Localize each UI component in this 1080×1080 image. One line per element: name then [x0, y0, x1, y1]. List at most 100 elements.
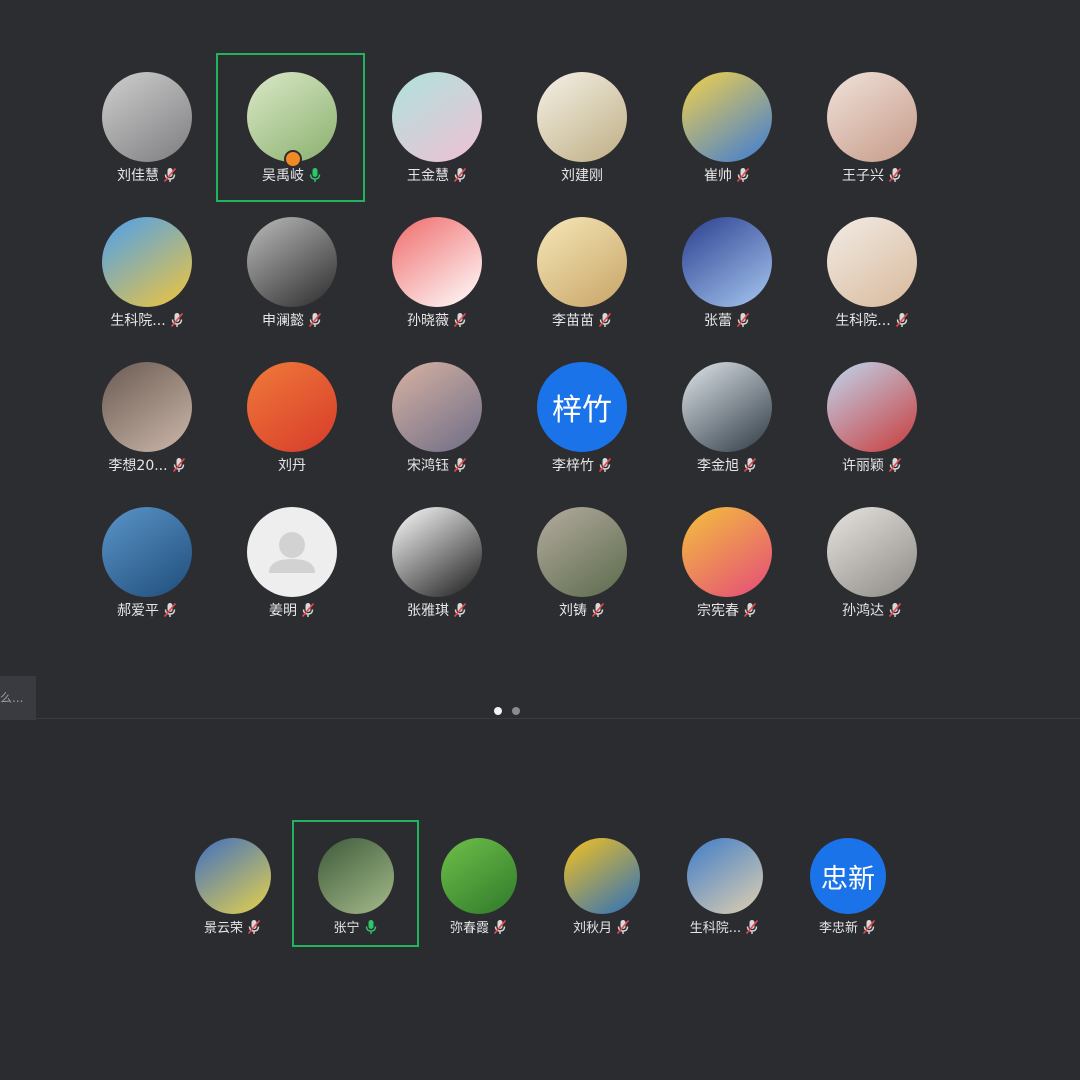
- participant-caption: 许丽颖: [797, 455, 947, 475]
- participant-caption: 张雅琪: [362, 600, 512, 620]
- participant-tile[interactable]: 张蕾: [652, 199, 802, 349]
- mic-muted-icon: [453, 457, 467, 473]
- participant-caption: 李忠新: [785, 917, 910, 936]
- participant-name: 王子兴: [842, 168, 884, 184]
- participant-caption: 生科院...: [662, 917, 787, 936]
- avatar-photo: [392, 217, 482, 307]
- mic-muted-icon: [453, 167, 467, 183]
- participant-tile[interactable]: 崔帅: [652, 54, 802, 204]
- person-placeholder-icon: [269, 532, 315, 573]
- page-indicator: [494, 707, 520, 715]
- participant-caption: 生科院...: [72, 310, 222, 330]
- mic-muted-icon: [736, 167, 750, 183]
- avatar-photo: [537, 507, 627, 597]
- avatar-photo: [682, 217, 772, 307]
- participant-gallery: 刘佳慧 吴禹岐 王金慧 刘建刚 崔帅 王子兴 生科院... 申澜懿 孙晓薇 李苗苗 张蕾 生科院...…: [0, 0, 1080, 718]
- participant-name: 李想20...: [108, 458, 168, 474]
- avatar-photo: [827, 507, 917, 597]
- avatar-photo: [537, 217, 627, 307]
- participant-name: 刘丹: [278, 458, 306, 474]
- active-speaker-frame: [292, 820, 419, 947]
- text-avatar: 忠新: [810, 838, 886, 914]
- participant-tile[interactable]: 刘建刚: [507, 54, 657, 204]
- participant-tile[interactable]: 王子兴: [797, 54, 947, 204]
- participant-name: 郝爱平: [117, 603, 159, 619]
- mic-muted-icon: [172, 457, 185, 473]
- participant-caption: 郝爱平: [72, 600, 222, 620]
- participant-caption: 刘丹: [217, 455, 367, 475]
- participant-tile[interactable]: 忠新 李忠新: [785, 821, 910, 946]
- avatar-photo: [682, 507, 772, 597]
- participant-caption: 李金旭: [652, 455, 802, 475]
- participant-tile[interactable]: 许丽颖: [797, 344, 947, 494]
- avatar-photo: [827, 72, 917, 162]
- mic-muted-icon: [743, 457, 757, 473]
- participant-caption: 刘铸: [507, 600, 657, 620]
- participant-name: 刘秋月: [572, 921, 612, 936]
- participant-strip: 景云荣 张宁 弥春霞 刘秋月 生科院... 忠新 李忠新: [0, 719, 1080, 1080]
- mic-muted-icon: [591, 602, 605, 618]
- avatar-photo: [441, 838, 517, 914]
- participant-caption: 崔帅: [652, 165, 802, 185]
- participant-name: 生科院...: [835, 313, 891, 329]
- page-dot[interactable]: [494, 707, 502, 715]
- mic-muted-icon: [163, 602, 177, 618]
- mic-muted-icon: [888, 167, 902, 183]
- participant-tile[interactable]: 孙晓薇: [362, 199, 512, 349]
- mic-muted-icon: [746, 919, 759, 934]
- side-chat-tab[interactable]: 么...: [0, 676, 36, 720]
- participant-name: 王金慧: [407, 168, 449, 184]
- participant-name: 李苗苗: [552, 313, 594, 329]
- participant-name: 李忠新: [818, 921, 858, 936]
- avatar-photo: [195, 838, 271, 914]
- participant-name: 生科院...: [110, 313, 166, 329]
- participant-tile[interactable]: 生科院...: [662, 821, 787, 946]
- participant-caption: 孙晓薇: [362, 310, 512, 330]
- avatar-photo: [682, 362, 772, 452]
- mic-muted-icon: [736, 312, 750, 328]
- default-avatar: [247, 507, 337, 597]
- participant-tile[interactable]: 刘佳慧: [72, 54, 222, 204]
- page-dot[interactable]: [512, 707, 520, 715]
- participant-tile[interactable]: 刘铸: [507, 489, 657, 639]
- participant-tile[interactable]: 生科院...: [72, 199, 222, 349]
- participant-tile[interactable]: 生科院...: [797, 199, 947, 349]
- participant-caption: 弥春霞: [416, 917, 541, 936]
- participant-name: 姜明: [269, 603, 297, 619]
- participant-caption: 孙鸿达: [797, 600, 947, 620]
- participant-tile[interactable]: 刘丹: [217, 344, 367, 494]
- participant-tile[interactable]: 申澜懿: [217, 199, 367, 349]
- mic-muted-icon: [453, 312, 467, 328]
- participant-tile[interactable]: 李苗苗: [507, 199, 657, 349]
- participant-tile[interactable]: 刘秋月: [539, 821, 664, 946]
- participant-tile[interactable]: 孙鸿达: [797, 489, 947, 639]
- participant-tile[interactable]: 王金慧: [362, 54, 512, 204]
- participant-caption: 宋鸿钰: [362, 455, 512, 475]
- participant-tile[interactable]: 梓竹 李梓竹: [507, 344, 657, 494]
- participant-name: 申澜懿: [262, 313, 304, 329]
- participant-tile[interactable]: 姜明: [217, 489, 367, 639]
- participant-tile[interactable]: 李想20...: [72, 344, 222, 494]
- participant-tile[interactable]: 宋鸿钰: [362, 344, 512, 494]
- participant-name: 张蕾: [704, 313, 732, 329]
- active-speaker-frame: [216, 53, 365, 202]
- mic-muted-icon: [598, 312, 612, 328]
- participant-name: 刘铸: [559, 603, 587, 619]
- participant-name: 崔帅: [704, 168, 732, 184]
- participant-tile[interactable]: 李金旭: [652, 344, 802, 494]
- avatar-initials: 忠新: [821, 863, 875, 895]
- participant-tile[interactable]: 郝爱平: [72, 489, 222, 639]
- participant-caption: 王金慧: [362, 165, 512, 185]
- mic-muted-icon: [862, 919, 876, 934]
- participant-caption: 刘佳慧: [72, 165, 222, 185]
- avatar-photo: [827, 362, 917, 452]
- avatar-photo: [392, 362, 482, 452]
- participant-tile[interactable]: 弥春霞: [416, 821, 541, 946]
- avatar-photo: [537, 72, 627, 162]
- avatar-photo: [827, 217, 917, 307]
- participant-tile[interactable]: 宗宪春: [652, 489, 802, 639]
- avatar-photo: [392, 507, 482, 597]
- participant-tile[interactable]: 张雅琪: [362, 489, 512, 639]
- participant-tile[interactable]: 景云荣: [170, 821, 295, 946]
- side-chat-tab-label: 么...: [0, 691, 24, 705]
